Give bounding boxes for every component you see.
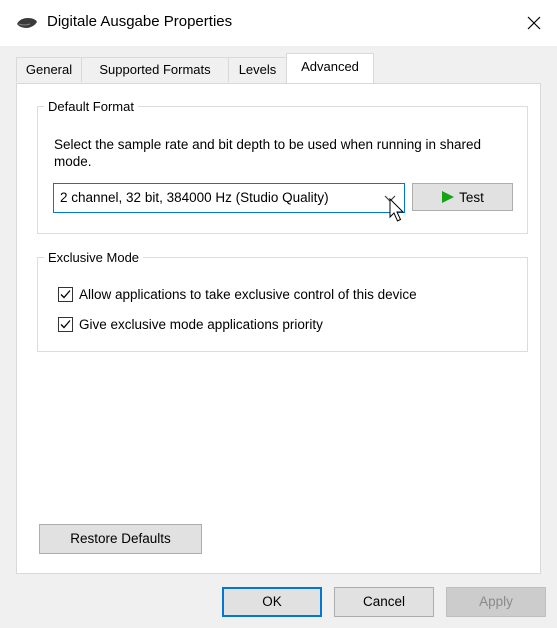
exclusive-mode-legend: Exclusive Mode: [48, 250, 140, 265]
exclusive-priority-label: Give exclusive mode applications priorit…: [79, 317, 323, 332]
exclusive-priority-checkbox[interactable]: [58, 317, 73, 332]
allow-exclusive-checkbox-row[interactable]: Allow applications to take exclusive con…: [58, 287, 417, 302]
tab-supported-formats[interactable]: Supported Formats: [81, 57, 229, 82]
close-button[interactable]: [511, 0, 557, 46]
tab-general[interactable]: General: [16, 57, 82, 82]
format-dropdown[interactable]: 2 channel, 32 bit, 384000 Hz (Studio Qua…: [53, 183, 405, 213]
exclusive-mode-group: Exclusive Mode Allow applications to tak…: [37, 250, 528, 352]
default-format-legend: Default Format: [48, 99, 134, 114]
close-icon: [527, 16, 541, 30]
tab-strip: General Supported Formats Levels Advance…: [0, 46, 557, 84]
allow-exclusive-checkbox[interactable]: [58, 287, 73, 302]
checkmark-icon: [60, 320, 71, 329]
default-format-description: Select the sample rate and bit depth to …: [54, 137, 482, 169]
default-format-group: Default Format Select the sample rate an…: [37, 99, 528, 234]
window-title: Digitale Ausgabe Properties: [47, 13, 233, 30]
restore-defaults-button[interactable]: Restore Defaults: [39, 524, 202, 554]
cancel-button[interactable]: Cancel: [334, 587, 434, 617]
checkmark-icon: [60, 290, 71, 299]
tab-advanced[interactable]: Advanced: [286, 53, 374, 83]
test-button-label: Test: [459, 189, 484, 205]
mouse-cursor-icon: [389, 198, 405, 222]
play-icon: [442, 191, 455, 203]
apply-button[interactable]: Apply: [446, 587, 546, 617]
speaker-icon: [17, 18, 37, 28]
advanced-panel: Default Format Select the sample rate an…: [16, 83, 541, 574]
exclusive-priority-checkbox-row[interactable]: Give exclusive mode applications priorit…: [58, 317, 323, 332]
ok-button[interactable]: OK: [222, 587, 322, 617]
tab-levels[interactable]: Levels: [228, 57, 287, 82]
test-button[interactable]: Test: [412, 183, 513, 211]
title-bar: Digitale Ausgabe Properties: [0, 0, 557, 46]
allow-exclusive-label: Allow applications to take exclusive con…: [79, 287, 417, 302]
format-dropdown-value: 2 channel, 32 bit, 384000 Hz (Studio Qua…: [60, 190, 329, 205]
